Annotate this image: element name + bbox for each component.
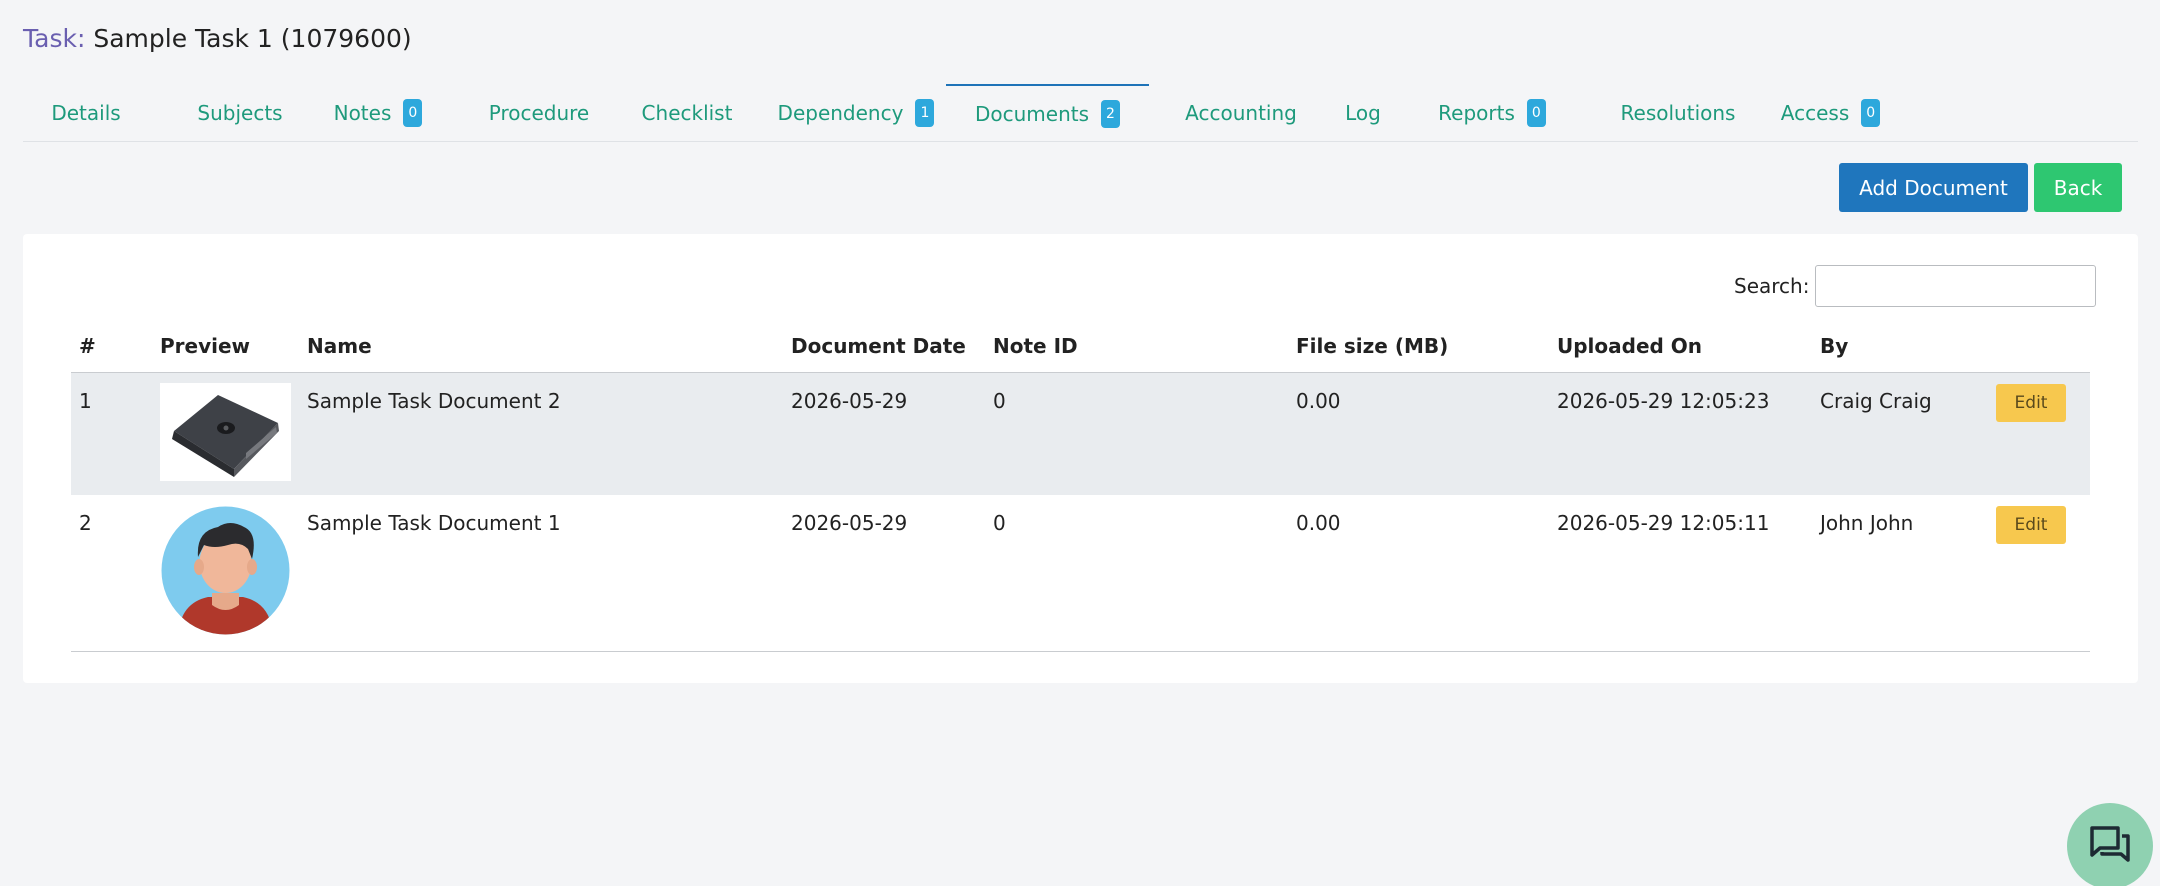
cell-document-date: 2026-05-29 (783, 372, 985, 495)
tab-bar: Details Subjects Notes 0 Procedure Checkl… (23, 84, 2138, 142)
cell-uploaded-on: 2026-05-29 12:05:11 (1549, 495, 1812, 652)
device-thumbnail[interactable] (160, 382, 291, 481)
cell-uploaded-on: 2026-05-29 12:05:23 (1549, 372, 1812, 495)
tab-log[interactable]: Log (1328, 84, 1398, 142)
col-header-name[interactable]: Name (299, 320, 783, 373)
col-header-note-id[interactable]: Note ID (985, 320, 1288, 373)
edit-button[interactable]: Edit (1996, 506, 2066, 544)
search-label: Search: (1734, 274, 1810, 298)
notes-count-badge: 0 (403, 99, 423, 127)
tab-checklist[interactable]: Checklist (623, 84, 751, 142)
chat-bubbles-icon (2088, 824, 2132, 868)
dependency-count-badge: 1 (915, 99, 935, 127)
col-header-number[interactable]: # (71, 320, 152, 373)
tab-notes[interactable]: Notes 0 (313, 84, 443, 142)
tab-subjects[interactable]: Subjects (175, 84, 305, 142)
avatar-thumbnail[interactable] (160, 505, 291, 636)
col-header-file-size[interactable]: File size (MB) (1288, 320, 1549, 373)
documents-count-badge: 2 (1101, 100, 1121, 128)
col-header-actions (1988, 320, 2090, 373)
col-header-preview[interactable]: Preview (152, 320, 299, 373)
tab-documents[interactable]: Documents 2 (946, 84, 1149, 142)
tab-details[interactable]: Details (50, 84, 122, 142)
table-row: 2 Sample Task Document 1 2026-05-29 0 0.… (71, 495, 2090, 652)
cell-name[interactable]: Sample Task Document 1 (299, 495, 783, 652)
cell-file-size: 0.00 (1288, 495, 1549, 652)
cell-by: Craig Craig (1812, 372, 1988, 495)
tab-resolutions[interactable]: Resolutions (1593, 84, 1763, 142)
cell-preview (152, 495, 299, 652)
access-count-badge: 0 (1861, 99, 1881, 127)
add-document-button[interactable]: Add Document (1839, 163, 2028, 212)
cell-number: 2 (71, 495, 152, 652)
page-title: Task: Sample Task 1 (1079600) (23, 24, 412, 53)
cell-file-size: 0.00 (1288, 372, 1549, 495)
reports-count-badge: 0 (1526, 99, 1546, 127)
tab-procedure[interactable]: Procedure (459, 84, 619, 142)
page-title-text: Sample Task 1 (1079600) (93, 24, 412, 53)
search-container: Search: (1734, 265, 2097, 307)
cell-actions: Edit (1988, 372, 2090, 495)
col-header-uploaded-on[interactable]: Uploaded On (1549, 320, 1812, 373)
cell-document-date: 2026-05-29 (783, 495, 985, 652)
tab-dependency[interactable]: Dependency 1 (756, 84, 956, 142)
cell-actions: Edit (1988, 495, 2090, 652)
cell-name[interactable]: Sample Task Document 2 (299, 372, 783, 495)
cell-note-id: 0 (985, 495, 1288, 652)
table-row: 1 Sample Task Document 2 2026-05-29 0 0.… (71, 372, 2090, 495)
cell-number: 1 (71, 372, 152, 495)
documents-table: # Preview Name Document Date Note ID Fil… (71, 320, 2090, 652)
back-button[interactable]: Back (2034, 163, 2122, 212)
page-title-label: Task: (23, 24, 86, 53)
tab-access[interactable]: Access 0 (1763, 84, 1898, 142)
table-header-row: # Preview Name Document Date Note ID Fil… (71, 320, 2090, 373)
edit-button[interactable]: Edit (1996, 383, 2066, 422)
col-header-document-date[interactable]: Document Date (783, 320, 985, 373)
tab-accounting[interactable]: Accounting (1166, 84, 1316, 142)
col-header-by[interactable]: By (1812, 320, 1988, 373)
cell-by: John John (1812, 495, 1988, 652)
cell-note-id: 0 (985, 372, 1288, 495)
search-input[interactable] (1815, 265, 2097, 307)
cell-preview (152, 372, 299, 495)
chat-button[interactable] (2067, 803, 2153, 886)
tab-reports[interactable]: Reports 0 (1422, 84, 1562, 142)
